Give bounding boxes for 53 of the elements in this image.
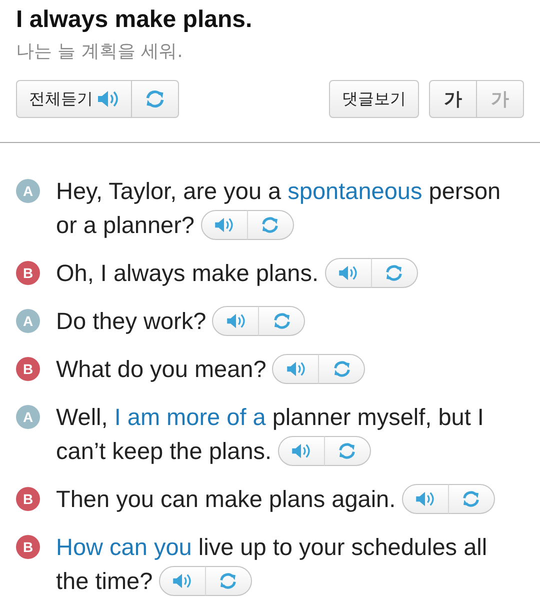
repeat-button[interactable] [258, 306, 306, 336]
dialogue-text: can’t keep the plans. [56, 437, 272, 466]
speaker-badge: A [16, 405, 40, 429]
translation-text: 나는 늘 계획을 세워. [16, 40, 184, 64]
refresh-icon [461, 489, 482, 509]
refresh-icon [384, 263, 404, 283]
speaker-badge: B [16, 535, 40, 559]
refresh-icon [260, 215, 280, 235]
dialogue-text: What do you mean? [56, 355, 266, 384]
refresh-icon [218, 571, 238, 591]
dialogue-text: or a planner? [56, 211, 194, 240]
refresh-icon [332, 359, 352, 379]
speaker-icon [214, 217, 234, 233]
font-size-button[interactable]: 가 [429, 80, 477, 118]
dialogue-text: Hey, Taylor, are you a spontaneous person [56, 177, 501, 206]
refresh-icon [272, 311, 292, 331]
dialogue-text: Do they work? [56, 307, 206, 336]
repeat-button[interactable] [246, 210, 294, 240]
play-button[interactable] [402, 484, 449, 514]
speaker-icon [172, 573, 192, 589]
speaker-badge: B [16, 357, 40, 381]
dialogue-text: the time? [56, 567, 153, 596]
speaker-badge: A [16, 309, 40, 333]
refresh-icon [144, 88, 166, 110]
play-button[interactable] [212, 306, 260, 336]
speaker-icon [291, 443, 312, 459]
speaker-icon [97, 90, 119, 108]
repeat-button[interactable] [204, 566, 252, 596]
speaker-icon [286, 361, 306, 377]
play-button[interactable] [158, 566, 206, 596]
dialogue-text: Oh, I always make plans. [56, 259, 319, 288]
play-button[interactable] [278, 436, 325, 466]
sentence-title: I always make plans. [16, 5, 254, 35]
repeat-button[interactable] [132, 80, 179, 118]
dialogue-text: Then you can make plans again. [56, 485, 396, 514]
repeat-button[interactable] [370, 258, 418, 288]
repeat-button[interactable] [318, 354, 366, 384]
speaker-badge: B [16, 487, 40, 511]
dialogue-text: Well, I am more of a planner myself, but I [56, 403, 484, 432]
play-button[interactable] [200, 210, 248, 240]
repeat-button[interactable] [448, 484, 495, 514]
comments-button[interactable]: 댓글보기 [329, 80, 419, 118]
speaker-icon [415, 491, 436, 507]
speaker-badge: A [16, 179, 40, 203]
listen-all-button[interactable]: 전체듣기 [16, 80, 132, 118]
speaker-badge: B [16, 261, 40, 285]
play-button[interactable] [272, 354, 320, 384]
dialogue-text: How can you live up to your schedules all [56, 533, 488, 562]
refresh-icon [337, 441, 358, 461]
play-button[interactable] [324, 258, 372, 288]
speaker-icon [338, 265, 358, 281]
speaker-icon [226, 313, 246, 329]
repeat-button[interactable] [324, 436, 371, 466]
